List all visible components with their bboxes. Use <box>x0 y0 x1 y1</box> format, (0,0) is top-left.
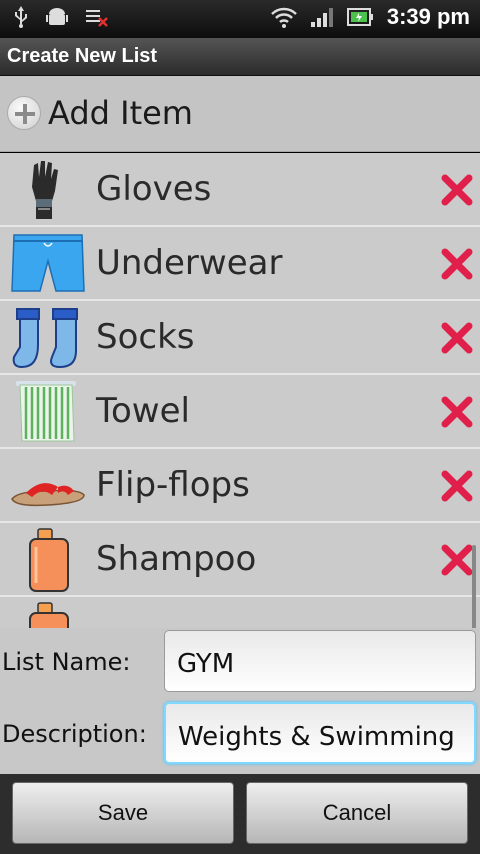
scrollbar[interactable] <box>472 545 476 628</box>
towel-icon <box>16 381 76 442</box>
delete-icon[interactable] <box>440 321 474 355</box>
plus-icon <box>7 96 41 130</box>
item-name: Underwear <box>96 243 283 283</box>
item-name: Socks <box>96 317 195 357</box>
item-name: Flip-flops <box>96 465 250 505</box>
list-form: List Name: GYM Description: Weights & Sw… <box>0 628 480 774</box>
status-bar: 3:39 pm <box>0 0 480 38</box>
delete-icon[interactable] <box>440 543 474 577</box>
list-name-label: List Name: <box>2 648 131 676</box>
list-item[interactable]: Gloves <box>0 153 480 227</box>
description-label: Description: <box>2 720 147 748</box>
android-debug-icon <box>46 8 68 25</box>
page-title: Create New List <box>7 45 158 67</box>
delete-icon[interactable] <box>440 469 474 503</box>
list-item[interactable]: Towel <box>0 375 480 449</box>
usb-icon <box>15 6 27 28</box>
list-item[interactable]: Socks <box>0 301 480 375</box>
wifi-debug-icon <box>86 10 108 27</box>
socks-icon <box>12 308 78 369</box>
add-item-label: Add Item <box>48 94 193 132</box>
list-item-partial[interactable] <box>0 597 480 628</box>
gloves-icon <box>32 161 58 219</box>
bottle-icon <box>29 602 69 628</box>
add-item-button[interactable]: Add Item <box>0 76 480 152</box>
signal-icon <box>310 8 333 27</box>
title-bar: Create New List <box>0 38 480 76</box>
delete-icon[interactable] <box>440 247 474 281</box>
item-name: Towel <box>96 391 190 431</box>
cancel-button[interactable]: Cancel <box>246 782 468 844</box>
item-list[interactable]: Gloves Underwear Socks Towel Flip-flops … <box>0 153 480 628</box>
delete-icon[interactable] <box>440 395 474 429</box>
save-button[interactable]: Save <box>12 782 234 844</box>
clock: 3:39 pm <box>386 4 470 29</box>
wifi-icon <box>270 7 297 28</box>
battery-icon <box>346 8 373 26</box>
item-name: Shampoo <box>96 539 257 579</box>
item-name: Gloves <box>96 169 212 209</box>
button-bar: Save Cancel <box>0 774 480 854</box>
delete-icon[interactable] <box>440 173 474 207</box>
list-item[interactable]: Shampoo <box>0 523 480 597</box>
description-field[interactable]: Weights & Swimming <box>164 702 476 764</box>
sandal-icon <box>11 483 85 507</box>
shorts-icon <box>11 234 85 292</box>
list-item[interactable]: Flip-flops <box>0 449 480 523</box>
shampoo-icon <box>29 528 69 592</box>
list-item[interactable]: Underwear <box>0 227 480 301</box>
list-name-field[interactable]: GYM <box>164 630 476 692</box>
